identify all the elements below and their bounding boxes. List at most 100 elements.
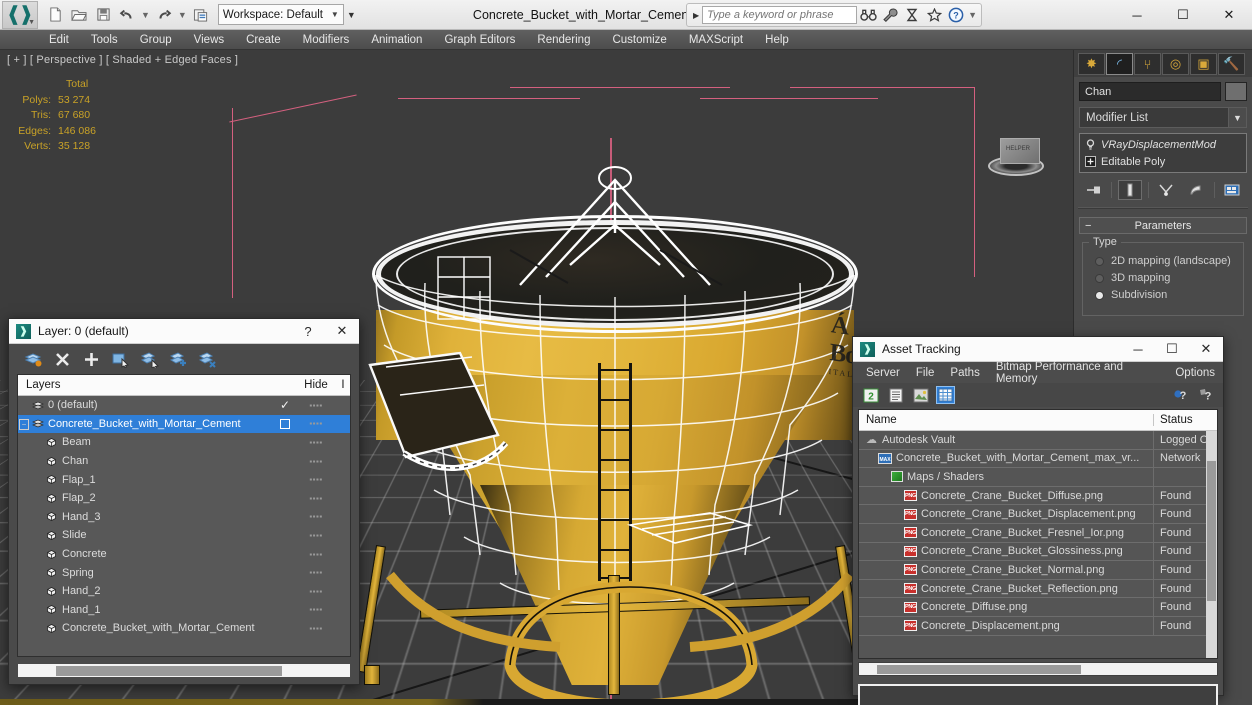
asset-menu-options[interactable]: Options (1167, 367, 1223, 379)
helper-object[interactable]: HELPER (988, 138, 1044, 180)
asset-minimize-button[interactable]: ─ (1121, 337, 1155, 362)
asset-horizontal-scrollbar[interactable] (858, 662, 1218, 676)
layer-horizontal-scrollbar[interactable] (17, 663, 351, 678)
layer-hide-toggle[interactable]: ▪▪▪▪ (296, 531, 336, 540)
help-icon[interactable]: ? (945, 4, 967, 26)
layer-hide-toggle[interactable]: ▪▪▪▪ (296, 624, 336, 633)
menu-item-help[interactable]: Help (754, 30, 800, 50)
expand-collapse-icon[interactable]: − (18, 418, 30, 430)
layer-current-toggle[interactable] (274, 418, 296, 429)
show-end-result-button[interactable] (1118, 180, 1143, 200)
scrollbar-thumb[interactable] (1207, 461, 1216, 601)
layer-hide-toggle[interactable]: ▪▪▪▪ (296, 457, 336, 466)
layer-row[interactable]: Flap_1 ▪▪▪▪ (18, 470, 350, 489)
layer-list[interactable]: Layers Hide I 0 (default) ✓ ▪▪▪▪ − Concrete_… (17, 374, 351, 657)
layer-row[interactable]: Hand_2 ▪▪▪▪ (18, 582, 350, 601)
asset-menu-bitmap-performance-and-memory[interactable]: Bitmap Performance and Memory (988, 361, 1168, 385)
workspace-selector[interactable]: Workspace: Default ▼ (217, 4, 344, 25)
menu-item-views[interactable]: Views (183, 30, 235, 50)
layer-row[interactable]: Beam ▪▪▪▪ (18, 433, 350, 452)
tab-display[interactable]: ▣ (1190, 53, 1217, 75)
asset-row[interactable]: PNG Concrete_Diffuse.png Found (859, 598, 1217, 617)
redo-dropdown-arrow[interactable]: ▼ (177, 10, 188, 20)
context-help-button[interactable]: ? (1196, 386, 1215, 404)
asset-row[interactable]: Maps / Shaders (859, 468, 1217, 487)
hide-layer-button[interactable] (197, 349, 217, 369)
asset-maximize-button[interactable]: ☐ (1155, 337, 1189, 362)
menu-item-create[interactable]: Create (235, 30, 292, 50)
redo-button[interactable] (153, 4, 175, 26)
project-folder-button[interactable] (190, 4, 212, 26)
layer-hide-toggle[interactable]: ▪▪▪▪ (296, 605, 336, 614)
layer-hide-toggle[interactable]: ▪▪▪▪ (296, 419, 336, 428)
concrete-bucket-model[interactable]: Á Boscaro ITALY SINCE 1962 (330, 105, 930, 705)
asset-row[interactable]: PNG Concrete_Displacement.png Found (859, 616, 1217, 636)
make-unique-button[interactable] (1154, 180, 1178, 200)
radio-3d-mapping[interactable]: 3D mapping (1095, 272, 1235, 284)
asset-row[interactable]: PNG Concrete_Crane_Bucket_Displacement.pn… (859, 505, 1217, 524)
scrollbar-thumb[interactable] (56, 666, 282, 676)
menu-item-maxscript[interactable]: MAXScript (678, 30, 754, 50)
asset-row[interactable]: PNG Concrete_Crane_Bucket_Fresnel_Ior.png… (859, 523, 1217, 543)
asset-row[interactable]: PNG Concrete_Crane_Bucket_Reflection.png F… (859, 579, 1217, 599)
asset-vertical-scrollbar[interactable] (1206, 431, 1217, 658)
configure-modifier-sets-button[interactable] (1220, 180, 1244, 200)
undo-button[interactable] (116, 4, 138, 26)
asset-tracking-dialog[interactable]: ❱ Asset Tracking ─ ☐ ✕ Server File Paths Bi… (852, 336, 1224, 705)
layer-row[interactable]: Slide ▪▪▪▪ (18, 526, 350, 545)
tab-utilities[interactable]: 🔨 (1218, 53, 1245, 75)
layer-hide-toggle[interactable]: ▪▪▪▪ (296, 401, 336, 410)
layer-hide-toggle[interactable]: ▪▪▪▪ (296, 587, 336, 596)
save-file-button[interactable] (92, 4, 114, 26)
layer-hide-toggle[interactable]: ▪▪▪▪ (296, 494, 336, 503)
select-objects-in-layer-button[interactable] (110, 349, 130, 369)
search-expand-arrow[interactable]: ▶ (690, 11, 702, 20)
maximize-button[interactable]: ☐ (1160, 0, 1206, 30)
layer-hide-toggle[interactable]: ▪▪▪▪ (296, 512, 336, 521)
asset-menu-file[interactable]: File (908, 367, 943, 379)
new-file-button[interactable] (44, 4, 66, 26)
layer-row[interactable]: Hand_1 ▪▪▪▪ (18, 601, 350, 620)
radio-subdivision[interactable]: Subdivision (1095, 289, 1235, 301)
table-view-button[interactable] (936, 386, 955, 404)
workspace-dropdown-arrow[interactable]: ▼ (347, 10, 356, 20)
layer-row[interactable]: Chan ▪▪▪▪ (18, 452, 350, 471)
layer-hide-toggle[interactable]: ▪▪▪▪ (296, 568, 336, 577)
layer-row[interactable]: Spring ▪▪▪▪ (18, 563, 350, 582)
asset-row[interactable]: MAX Concrete_Bucket_with_Mortar_Cement_ma… (859, 449, 1217, 469)
tab-hierarchy[interactable]: ⑂ (1134, 53, 1161, 75)
modifier-list-dropdown[interactable]: Modifier List ▼ (1079, 107, 1247, 128)
asset-row[interactable]: ☁ Autodesk Vault Logged O (859, 431, 1217, 450)
minimize-button[interactable]: ─ (1114, 0, 1160, 30)
asset-row[interactable]: PNG Concrete_Crane_Bucket_Normal.png Found (859, 561, 1217, 580)
undo-dropdown-arrow[interactable]: ▼ (140, 10, 151, 20)
star-icon[interactable] (923, 4, 945, 26)
menu-item-rendering[interactable]: Rendering (526, 30, 601, 50)
menu-item-modifiers[interactable]: Modifiers (292, 30, 361, 50)
layer-hide-toggle[interactable]: ▪▪▪▪ (296, 550, 336, 559)
remove-modifier-button[interactable] (1184, 180, 1208, 200)
layer-row[interactable]: Concrete ▪▪▪▪ (18, 545, 350, 564)
refresh-button[interactable]: 2 (861, 386, 880, 404)
hourglass-icon[interactable] (901, 4, 923, 26)
stack-item-editable-poly[interactable]: Editable Poly (1080, 153, 1246, 170)
tab-motion[interactable]: ◎ (1162, 53, 1189, 75)
radio-2d-mapping-landscape[interactable]: 2D mapping (landscape) (1095, 255, 1235, 267)
stack-item-vraydisplacementmod[interactable]: VRayDisplacementMod (1080, 136, 1246, 153)
object-color-swatch[interactable] (1225, 82, 1247, 101)
asset-list[interactable]: Name Status ☁ Autodesk Vault Logged O MAX Co… (858, 409, 1218, 659)
delete-layer-button[interactable] (52, 349, 72, 369)
pin-stack-button[interactable] (1082, 180, 1106, 200)
help-button[interactable]: ? (1171, 386, 1190, 404)
set-current-layer-button[interactable] (168, 349, 188, 369)
menu-item-animation[interactable]: Animation (360, 30, 433, 50)
menu-item-customize[interactable]: Customize (601, 30, 677, 50)
wrench-icon[interactable] (879, 4, 901, 26)
layer-row[interactable]: − Concrete_Bucket_with_Mortar_Cement ▪▪▪▪ (18, 414, 350, 434)
parameters-rollout-header[interactable]: − Parameters (1079, 217, 1247, 234)
layer-hide-toggle[interactable]: ▪▪▪▪ (296, 475, 336, 484)
close-button[interactable]: ✕ (1206, 0, 1252, 30)
create-new-layer-button[interactable] (23, 349, 43, 369)
menu-item-graph-editors[interactable]: Graph Editors (433, 30, 526, 50)
layer-hide-toggle[interactable]: ▪▪▪▪ (296, 438, 336, 447)
